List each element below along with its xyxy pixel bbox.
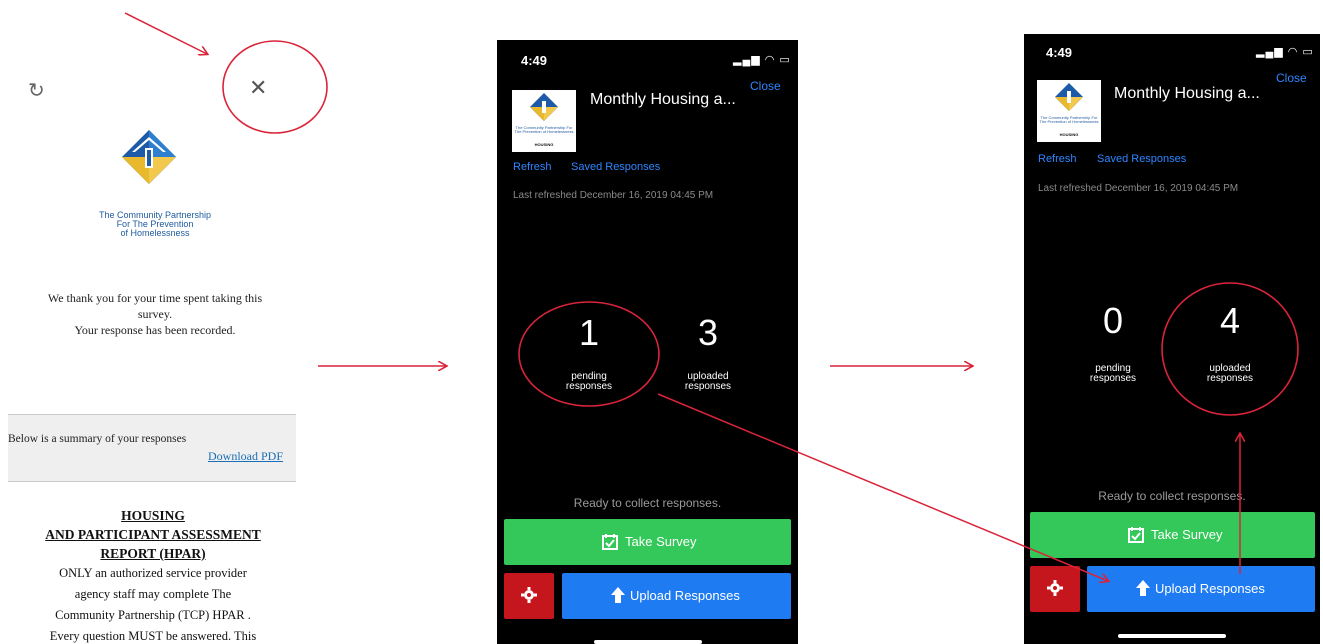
doc-heading-line-3: REPORT (HPAR) [100,546,206,561]
doc-body-line-3: Community Partnership (TCP) HPAR . [55,608,251,622]
home-indicator[interactable] [1118,634,1226,638]
take-survey-button[interactable]: Take Survey [504,519,791,565]
survey-title: Monthly Housing a... [1114,85,1260,102]
status-icons: ▂▄▆ ◠ ▭ [733,54,791,66]
saved-responses-link[interactable]: Saved Responses [1097,153,1186,165]
doc-heading-line-1: HOUSING [121,508,185,523]
org-line-3: of Homelessness [120,228,190,238]
survey-complete-panel: ↻ ✕ The Community Partnership For The Pr… [0,70,296,644]
close-button[interactable]: Close [750,79,781,93]
survey-toolbar: ↻ ✕ [0,70,296,110]
pending-label: pending responses [544,372,634,392]
gear-icon [1046,579,1064,602]
calendar-check-icon [601,533,619,554]
saved-responses-link[interactable]: Saved Responses [571,161,660,173]
refresh-link[interactable]: Refresh [513,161,552,173]
pending-label-line-2: responses [565,381,613,392]
summary-text: Below is a summary of your responses [8,433,187,445]
logo-footer: HOUSING [1059,132,1079,137]
calendar-check-icon [1127,526,1145,547]
survey-logo: The Community Partnership For The Preven… [1037,80,1101,142]
logo-footer: HOUSING [534,142,554,147]
refresh-link[interactable]: Refresh [1038,153,1077,165]
doc-heading-line-2: AND PARTICIPANT ASSESSMENT [45,527,261,542]
last-refreshed: Last refreshed December 16, 2019 04:45 P… [1038,183,1239,194]
thanks-line-3: Your response has been recorded. [74,323,236,337]
doc-body-line-4: Every question MUST be answered. This [49,629,257,643]
doc-body-line-2: agency staff may complete The [74,587,232,601]
status-time: 4:49 [521,53,548,68]
uploaded-count: 4 [1219,300,1241,341]
ready-status: Ready to collect responses. [573,496,722,510]
uploaded-label: uploaded responses [1185,364,1275,384]
uploaded-label-line-2: responses [1206,373,1254,384]
close-icon[interactable]: ✕ [249,76,267,101]
upload-responses-button[interactable]: Upload Responses [1087,566,1315,612]
ready-status: Ready to collect responses. [1098,489,1246,503]
take-survey-label: Take Survey [1151,527,1223,542]
uploaded-label: uploaded responses [663,372,753,392]
uploaded-label-line-2: responses [684,381,732,392]
close-button[interactable]: Close [1276,71,1307,85]
take-survey-button[interactable]: Take Survey [1030,512,1315,558]
upload-arrow-icon [1136,580,1150,599]
document-preview: HOUSING AND PARTICIPANT ASSESSMENT REPOR… [8,506,296,644]
thank-you-message: We thank you for your time spent taking … [10,290,296,338]
annotation-arrow-to-close [124,12,207,54]
summary-box: Below is a summary of your responses Dow… [8,414,296,482]
uploaded-count: 3 [697,312,719,353]
upload-arrow-icon [611,587,625,606]
phone-screen-after: 4:49 ▂▄▆ ◠ ▭ Close The Community Partner… [1024,34,1320,644]
home-indicator[interactable] [594,640,702,644]
upload-responses-button[interactable]: Upload Responses [562,573,791,619]
upload-responses-label: Upload Responses [1155,581,1265,596]
gear-icon [520,586,538,609]
take-survey-label: Take Survey [625,534,697,549]
phone-screen-before: 4:49 ▂▄▆ ◠ ▭ Close The Community Partner… [497,40,798,644]
organization-logo [118,126,180,188]
logo-text: The Community Partnership For The Preven… [1039,115,1099,124]
reload-icon[interactable]: ↻ [28,78,45,102]
upload-responses-label: Upload Responses [630,588,740,603]
settings-button[interactable] [1030,566,1080,612]
status-icons: ▂▄▆ ◠ ▭ [1256,46,1314,58]
pending-label: pending responses [1068,364,1158,384]
settings-button[interactable] [504,573,554,619]
survey-logo: The Community Partnership For The Preven… [512,90,576,152]
download-pdf-link[interactable]: Download PDF [208,449,283,464]
organization-name: The Community Partnership For The Preven… [70,211,240,238]
pending-count: 0 [1102,300,1124,341]
pending-count: 1 [578,312,600,353]
pending-label-line-2: responses [1089,373,1137,384]
thanks-line-2: survey. [137,307,173,321]
logo-text: The Community Partnership For The Preven… [514,125,574,134]
thanks-line-1: We thank you for your time spent taking … [47,291,263,305]
last-refreshed: Last refreshed December 16, 2019 04:45 P… [513,190,714,201]
doc-body-line-1: ONLY an authorized service provider [59,566,247,580]
survey-title: Monthly Housing a... [590,91,736,108]
status-time: 4:49 [1046,45,1073,60]
